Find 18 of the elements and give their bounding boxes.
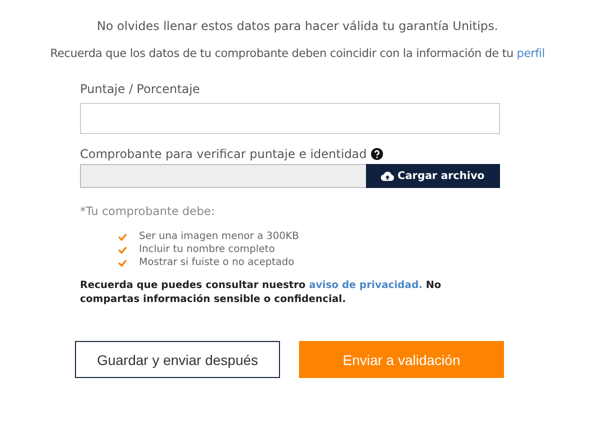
profile-link[interactable]: perfil [516, 46, 545, 60]
field-label: Comprobante para verificar puntaje e identidad [80, 147, 367, 161]
requirements-title: *Tu comprobante debe: [80, 204, 216, 218]
intro-text: No olvides llenar estos datos para hacer válida tu garantía Unitips. [96, 19, 500, 33]
file-name-field[interactable] [80, 164, 366, 188]
privacy-link[interactable]: aviso de privacidad. [309, 280, 422, 291]
privacy-note: Recuerda que puedes consultar nuestro aviso de privacidad. No compartas información sensible o confidencial. [80, 279, 442, 307]
input-field[interactable] [80, 103, 500, 134]
requirement-text: Incluir tu nombre completo [139, 244, 275, 255]
requirement-text: Mostrar si fuiste o no aceptado [139, 257, 294, 268]
cloud-upload-icon [381, 171, 394, 181]
help-icon[interactable] [370, 148, 383, 160]
field-label: Puntaje / Porcentaje [80, 82, 201, 96]
requirement-text: Ser una imagen menor a 300KB [139, 231, 299, 242]
save-button[interactable]: Guardar y enviar después [75, 341, 280, 378]
profile-note: Recuerda que los datos de tu comprobante deben coincidir con la información de tu perfil [49, 46, 546, 60]
upload-button[interactable]: Cargar archivo [366, 164, 500, 188]
submit-button[interactable]: Enviar a validación [299, 341, 504, 378]
